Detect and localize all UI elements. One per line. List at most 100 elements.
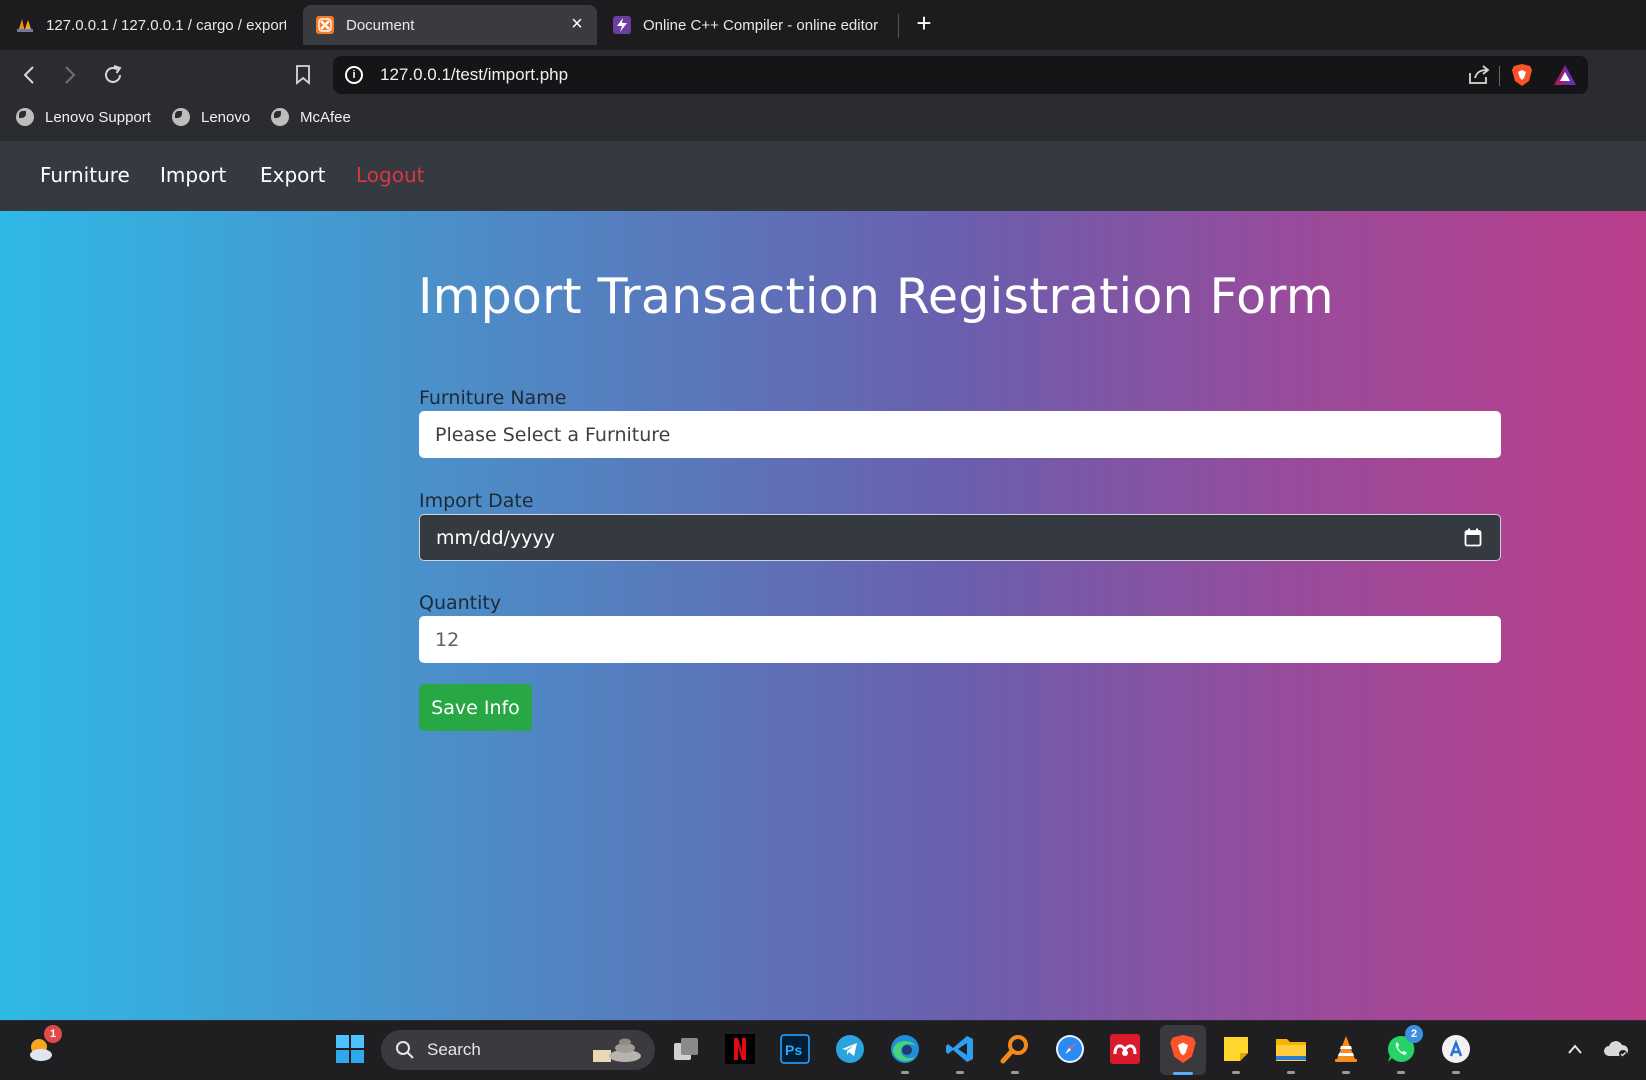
taskbar-edge[interactable]: [889, 1033, 921, 1074]
tab-title: 127.0.0.1 / 127.0.0.1 / cargo / exports: [46, 16, 286, 34]
search-highlight-icon: [593, 1038, 641, 1062]
bookmark-button[interactable]: [290, 62, 316, 88]
bookmark-icon: [296, 65, 310, 85]
windows-icon: [336, 1035, 364, 1063]
taskbar-search[interactable]: Search: [381, 1030, 655, 1070]
import-date-label: Import Date: [419, 490, 534, 512]
bookmark-lenovo[interactable]: Lenovo: [172, 108, 250, 126]
vscode-icon: [946, 1036, 973, 1062]
save-info-button[interactable]: Save Info: [419, 684, 532, 731]
toolbar-separator: [1499, 66, 1500, 86]
calendar-icon[interactable]: [1464, 528, 1482, 552]
furniture-select[interactable]: Please Select a Furniture: [419, 411, 1501, 458]
running-indicator: [1342, 1071, 1350, 1074]
taskbar-sticky-notes[interactable]: [1220, 1033, 1252, 1074]
taskbar-vlc[interactable]: [1330, 1033, 1362, 1074]
task-view-button[interactable]: [670, 1033, 702, 1065]
taskbar-file-explorer[interactable]: [1275, 1033, 1307, 1074]
weather-widget[interactable]: 1: [24, 1025, 62, 1065]
tab-document[interactable]: Document ×: [303, 5, 597, 45]
tab-separator: [898, 14, 899, 38]
new-tab-button[interactable]: +: [910, 10, 938, 38]
compiler-icon: [613, 16, 631, 34]
browser-tab-strip: 127.0.0.1 / 127.0.0.1 / cargo / exports …: [0, 0, 1646, 50]
taskbar-search-app[interactable]: [999, 1033, 1031, 1074]
close-icon[interactable]: ×: [567, 14, 587, 34]
forward-button[interactable]: [57, 62, 83, 88]
browser-toolbar: i 127.0.0.1/test/import.php: [0, 50, 1646, 100]
reload-button[interactable]: [100, 62, 126, 88]
bookmark-label: McAfee: [300, 108, 351, 126]
running-indicator: [956, 1071, 964, 1074]
taskbar-vscode[interactable]: [944, 1033, 976, 1074]
xampp-icon: [316, 16, 334, 34]
globe-icon: [16, 108, 34, 126]
share-icon[interactable]: [1468, 65, 1490, 90]
show-hidden-icons-button[interactable]: [1559, 1033, 1591, 1065]
running-indicator: [1397, 1071, 1405, 1074]
brave-shields-icon[interactable]: [1511, 63, 1533, 92]
taskbar-mendeley[interactable]: [1109, 1033, 1141, 1065]
address-bar[interactable]: i 127.0.0.1/test/import.php: [333, 56, 1588, 94]
photoshop-icon: Ps: [780, 1034, 810, 1064]
nav-export[interactable]: Export: [260, 163, 325, 187]
bookmark-mcafee[interactable]: McAfee: [271, 108, 351, 126]
taskbar-app-store[interactable]: [1440, 1033, 1472, 1074]
back-button[interactable]: [16, 62, 42, 88]
import-date-input[interactable]: mm/dd/yyyy: [419, 514, 1501, 561]
netflix-icon: [725, 1034, 755, 1064]
folder-icon: [1276, 1039, 1306, 1061]
search-placeholder: Search: [427, 1040, 481, 1059]
mendeley-icon: [1110, 1034, 1140, 1064]
running-indicator: [1452, 1071, 1460, 1074]
page-title: Import Transaction Registration Form: [418, 268, 1334, 325]
brave-rewards-icon[interactable]: [1553, 64, 1577, 91]
brave-icon: [1170, 1035, 1196, 1063]
search-icon: [396, 1041, 414, 1059]
furniture-name-label: Furniture Name: [419, 387, 567, 409]
taskbar-netflix[interactable]: [724, 1033, 756, 1065]
tab-online-compiler[interactable]: Online C++ Compiler - online editor: [613, 5, 898, 45]
url-text[interactable]: 127.0.0.1/test/import.php: [380, 65, 568, 85]
taskbar-photoshop[interactable]: Ps: [779, 1033, 811, 1065]
taskbar-brave[interactable]: [1167, 1033, 1199, 1065]
site-info-icon[interactable]: i: [345, 66, 363, 84]
notification-badge: 2: [1405, 1025, 1423, 1043]
tab-title: Online C++ Compiler - online editor: [643, 16, 879, 34]
bookmark-lenovo-support[interactable]: Lenovo Support: [16, 108, 151, 126]
taskbar-safari[interactable]: [1054, 1033, 1086, 1065]
site-navbar: Furniture Import Export Logout: [0, 141, 1646, 211]
taskbar-whatsapp[interactable]: 2: [1385, 1025, 1423, 1074]
quantity-input[interactable]: 12: [419, 616, 1501, 663]
quantity-label: Quantity: [419, 592, 502, 614]
import-date-value: mm/dd/yyyy: [436, 526, 555, 549]
active-indicator: [1173, 1072, 1193, 1075]
start-button[interactable]: [334, 1033, 366, 1065]
furniture-select-value: Please Select a Furniture: [435, 423, 671, 446]
vlc-icon: [1335, 1036, 1357, 1062]
svg-text:Ps: Ps: [785, 1042, 802, 1058]
nav-furniture[interactable]: Furniture: [40, 163, 130, 187]
onedrive-tray[interactable]: [1600, 1033, 1632, 1065]
telegram-icon: [836, 1035, 864, 1063]
edge-icon: [891, 1035, 919, 1063]
running-indicator: [1232, 1071, 1240, 1074]
chevron-right-icon: [65, 66, 76, 84]
chevron-left-icon: [23, 66, 34, 84]
globe-icon: [172, 108, 190, 126]
bookmarks-bar: Lenovo Support Lenovo McAfee: [0, 100, 1646, 141]
running-indicator: [1011, 1071, 1019, 1074]
nav-import[interactable]: Import: [160, 163, 226, 187]
sticky-notes-icon: [1224, 1037, 1248, 1061]
magnifier-icon: [1000, 1035, 1028, 1064]
taskbar-telegram[interactable]: [834, 1033, 866, 1065]
chevron-up-icon: [1568, 1044, 1582, 1054]
tab-title: Document: [346, 16, 415, 34]
running-indicator: [1287, 1071, 1295, 1074]
page-viewport: Furniture Import Export Logout Import Tr…: [0, 141, 1646, 1020]
nav-logout[interactable]: Logout: [356, 163, 424, 187]
globe-icon: [271, 108, 289, 126]
tab-phpmyadmin[interactable]: 127.0.0.1 / 127.0.0.1 / cargo / exports: [16, 5, 286, 45]
windows-taskbar: 1 Search Ps 2: [0, 1020, 1646, 1080]
compass-icon: [1056, 1035, 1084, 1063]
